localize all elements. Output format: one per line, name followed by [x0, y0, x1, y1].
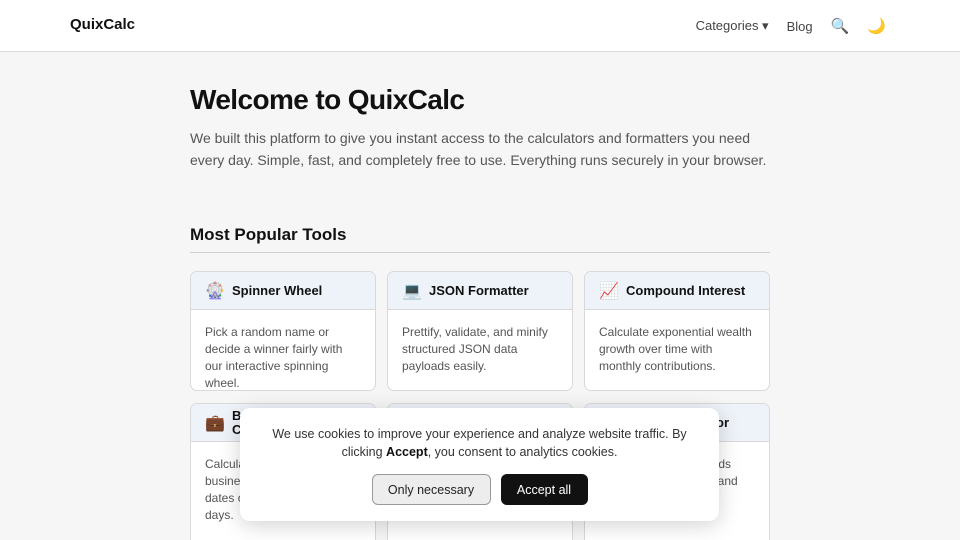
brand-logo[interactable]: QuixCalc	[70, 16, 135, 33]
cookie-actions: Only necessary Accept all	[240, 474, 719, 505]
tool-card-compound-interest[interactable]: 📈 Compound Interest Calculate exponentia…	[584, 271, 770, 391]
laptop-icon: 💻	[402, 282, 422, 300]
search-icon[interactable]: 🔍	[831, 17, 850, 35]
nav-blog-link[interactable]: Blog	[787, 19, 813, 34]
card-title: Compound Interest	[626, 282, 746, 298]
card-description: Prettify, validate, and minify structure…	[402, 325, 548, 373]
section-divider	[190, 252, 770, 253]
card-title: Spinner Wheel	[232, 282, 323, 298]
section-title-popular: Most Popular Tools	[190, 225, 347, 244]
tool-card-spinner-wheel[interactable]: 🎡 Spinner Wheel Pick a random name or de…	[190, 271, 376, 391]
chart-increasing-icon: 📈	[599, 282, 619, 300]
only-necessary-button[interactable]: Only necessary	[371, 474, 491, 505]
card-title: JSON Formatter	[429, 282, 529, 298]
nav-categories-dropdown[interactable]: Categories ▾	[696, 18, 769, 34]
briefcase-icon: 💼	[205, 414, 225, 432]
main-nav: Categories ▾ Blog 🔍 🌙	[696, 0, 886, 52]
ferris-wheel-icon: 🎡	[205, 282, 225, 300]
card-description: Calculate exponential wealth growth over…	[599, 325, 752, 373]
tool-card-json-formatter[interactable]: 💻 JSON Formatter Prettify, validate, and…	[387, 271, 573, 391]
card-header: 💻 JSON Formatter	[388, 272, 572, 310]
page-title: Welcome to QuixCalc	[190, 84, 465, 115]
card-description: Pick a random name or decide a winner fa…	[205, 325, 343, 390]
cookie-consent-banner: We use cookies to improve your experienc…	[240, 408, 719, 521]
accept-all-button[interactable]: Accept all	[500, 474, 588, 505]
cookie-text-end: , you consent to analytics cookies.	[427, 445, 618, 459]
card-header: 📈 Compound Interest	[585, 272, 769, 310]
cookie-message: We use cookies to improve your experienc…	[255, 425, 705, 461]
top-navbar: QuixCalc Categories ▾ Blog 🔍 🌙	[0, 0, 960, 52]
cookie-text-accept: Accept	[386, 445, 428, 459]
moon-icon[interactable]: 🌙	[867, 17, 886, 35]
card-header: 🎡 Spinner Wheel	[191, 272, 375, 310]
hero-description: We built this platform to give you insta…	[190, 130, 767, 168]
